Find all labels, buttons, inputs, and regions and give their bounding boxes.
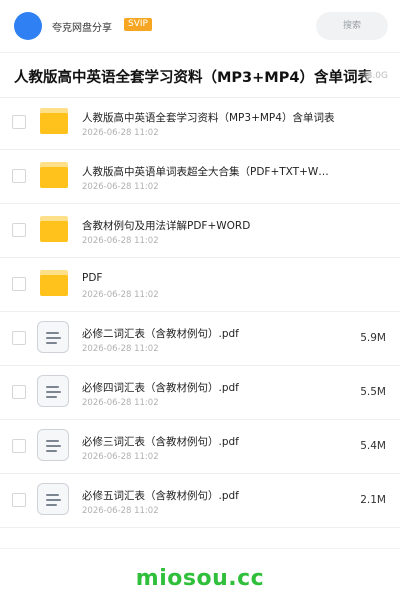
file-row[interactable]: 含教材例句及用法详解PDF+WORD 2026-06-28 11:02	[0, 204, 400, 258]
file-list: 人教版高中英语全套学习资料（MP3+MP4）含单词表 2026-06-28 11:…	[0, 96, 400, 528]
file-name[interactable]: 必修三词汇表（含教材例句）.pdf	[82, 434, 340, 449]
select-checkbox[interactable]	[12, 115, 26, 129]
select-checkbox[interactable]	[12, 277, 26, 291]
file-name[interactable]: 必修四词汇表（含教材例句）.pdf	[82, 380, 340, 395]
document-icon	[37, 483, 69, 515]
document-icon	[37, 321, 69, 353]
file-row[interactable]: 必修三词汇表（含教材例句）.pdf 2026-06-28 11:02 5.4M	[0, 420, 400, 474]
file-date: 2026-06-28 11:02	[82, 290, 159, 300]
total-size: 3.0G	[360, 71, 388, 81]
file-size: 2.1M	[360, 494, 386, 506]
select-checkbox[interactable]	[12, 493, 26, 507]
file-row[interactable]: 人教版高中英语单词表超全大合集（PDF+TXT+W… 2026-06-28 11:…	[0, 150, 400, 204]
file-date: 2026-06-28 11:02	[82, 236, 159, 246]
select-checkbox[interactable]	[12, 223, 26, 237]
share-title-bar: 人教版高中英语全套学习资料（MP3+MP4）含单词表 3.0G	[0, 52, 400, 98]
page-title: 人教版高中英语全套学习资料（MP3+MP4）含单词表	[14, 70, 372, 86]
file-row[interactable]: 人教版高中英语全套学习资料（MP3+MP4）含单词表 2026-06-28 11:…	[0, 96, 400, 150]
file-date: 2026-06-28 11:02	[82, 452, 159, 462]
file-row[interactable]: 必修二词汇表（含教材例句）.pdf 2026-06-28 11:02 5.9M	[0, 312, 400, 366]
file-date: 2026-06-28 11:02	[82, 182, 159, 192]
file-size: 5.5M	[360, 386, 386, 398]
select-checkbox[interactable]	[12, 439, 26, 453]
file-row[interactable]: PDF 2026-06-28 11:02	[0, 258, 400, 312]
file-size: 5.9M	[360, 332, 386, 344]
file-name[interactable]: 人教版高中英语单词表超全大合集（PDF+TXT+W…	[82, 164, 340, 179]
document-icon	[37, 375, 69, 407]
file-date: 2026-06-28 11:02	[82, 506, 159, 516]
file-date: 2026-06-28 11:02	[82, 398, 159, 408]
select-checkbox[interactable]	[12, 331, 26, 345]
file-size: 5.4M	[360, 440, 386, 452]
folder-icon	[40, 108, 68, 134]
select-checkbox[interactable]	[12, 169, 26, 183]
file-name[interactable]: PDF	[82, 272, 340, 284]
file-name[interactable]: 含教材例句及用法详解PDF+WORD	[82, 218, 340, 233]
document-icon	[37, 429, 69, 461]
file-date: 2026-06-28 11:02	[82, 344, 159, 354]
footer: miosou.cc	[0, 548, 400, 601]
top-bar: 夸克网盘分享 SVIP 搜索	[0, 0, 400, 52]
file-name[interactable]: 人教版高中英语全套学习资料（MP3+MP4）含单词表	[82, 110, 340, 125]
file-name[interactable]: 必修二词汇表（含教材例句）.pdf	[82, 326, 340, 341]
site-name: 夸克网盘分享	[52, 23, 112, 34]
folder-icon	[40, 270, 68, 296]
file-row[interactable]: 必修四词汇表（含教材例句）.pdf 2026-06-28 11:02 5.5M	[0, 366, 400, 420]
file-name[interactable]: 必修五词汇表（含教材例句）.pdf	[82, 488, 340, 503]
search-input[interactable]: 搜索	[316, 12, 388, 40]
folder-icon	[40, 216, 68, 242]
site-watermark: miosou.cc	[135, 566, 265, 591]
user-avatar[interactable]	[14, 12, 42, 40]
file-date: 2026-06-28 11:02	[82, 128, 159, 138]
select-checkbox[interactable]	[12, 385, 26, 399]
svip-badge: SVIP	[124, 18, 152, 31]
folder-icon	[40, 162, 68, 188]
file-row[interactable]: 必修五词汇表（含教材例句）.pdf 2026-06-28 11:02 2.1M	[0, 474, 400, 528]
